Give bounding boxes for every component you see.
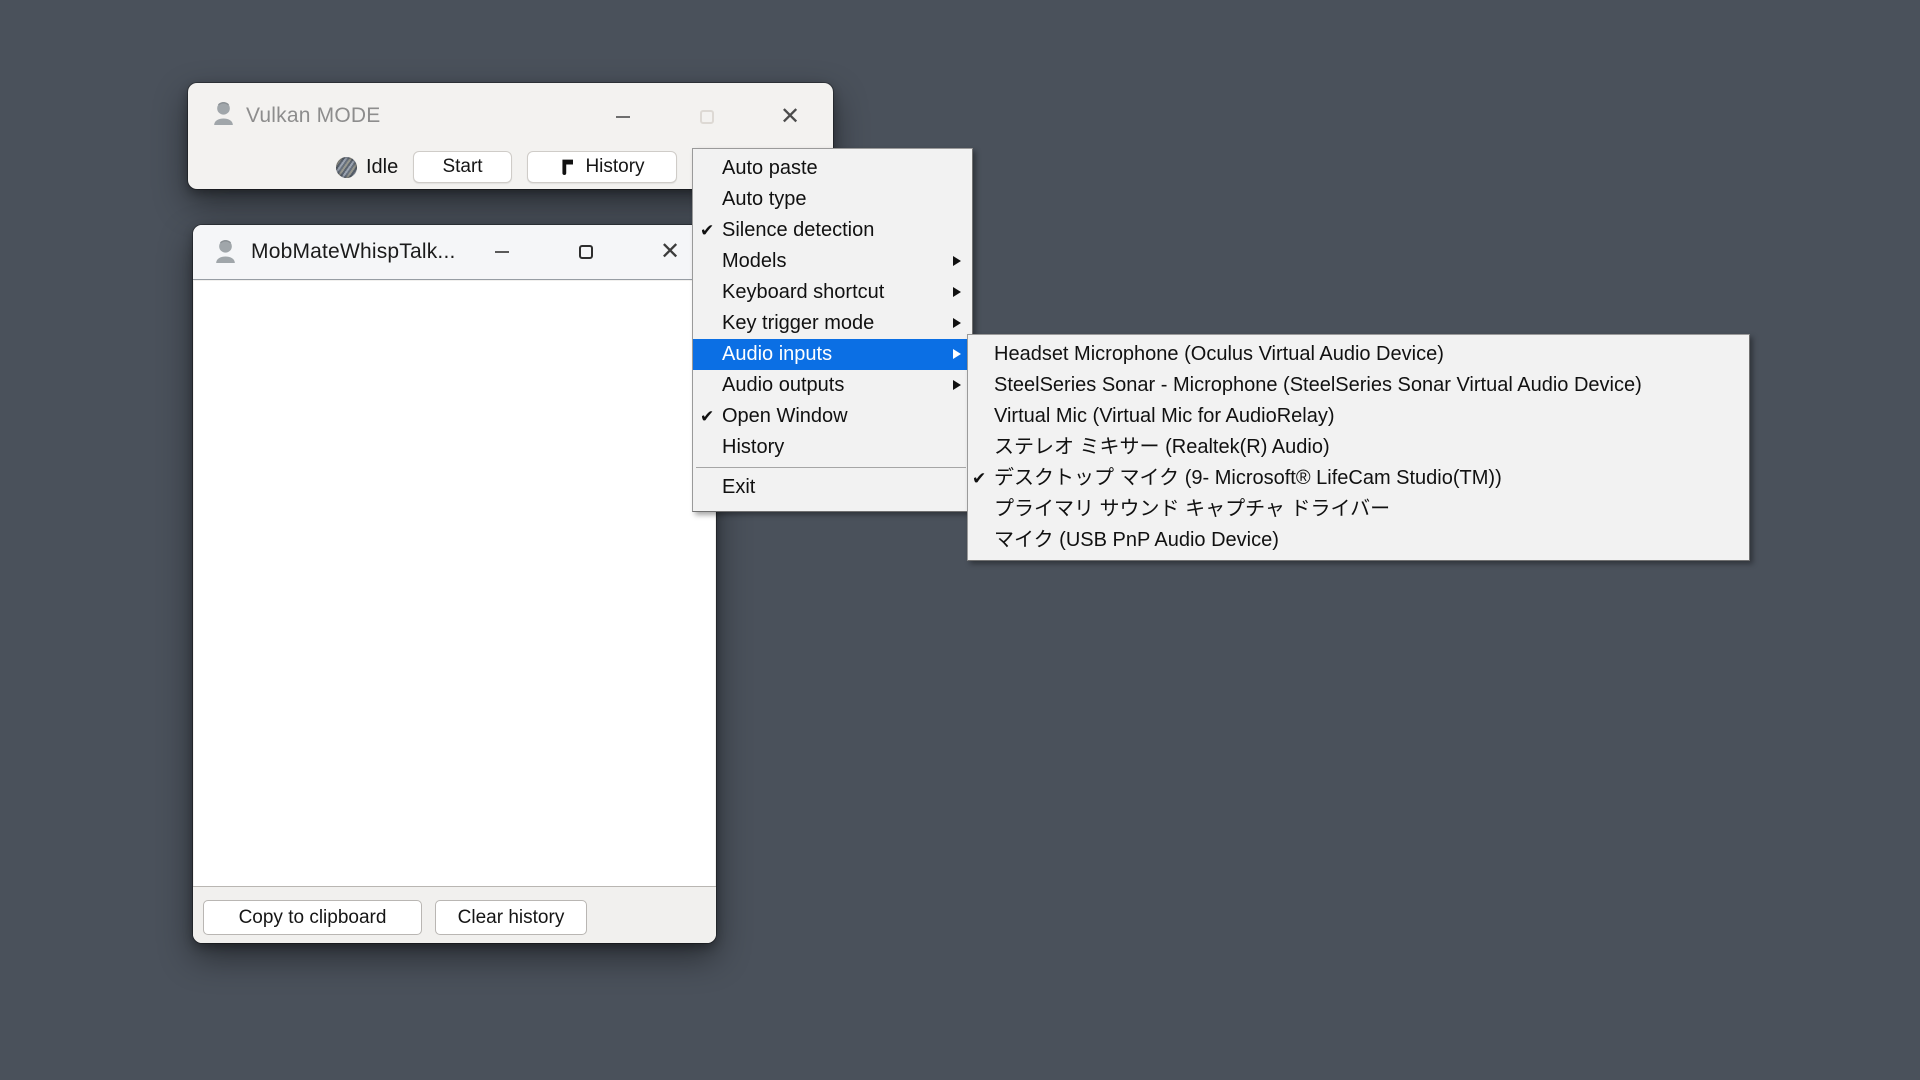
- mobmate-titlebar[interactable]: MobMateWhispTalk... ✕: [193, 225, 716, 280]
- vulkan-maximize-button[interactable]: [684, 100, 730, 134]
- status-label: Idle: [366, 156, 398, 179]
- status-sphere-icon: [336, 157, 357, 178]
- audio-input-option-usb-pnp-mic[interactable]: マイク (USB PnP Audio Device): [968, 525, 1749, 556]
- submenu-arrow-icon: [953, 318, 961, 328]
- check-icon: ✔: [972, 463, 992, 494]
- context-menu: Auto paste Auto type ✔ Silence detection…: [692, 148, 973, 512]
- menu-item-audio-outputs[interactable]: Audio outputs: [693, 370, 972, 401]
- start-button[interactable]: Start: [413, 151, 512, 183]
- app-person-icon: [214, 238, 237, 265]
- menu-item-key-trigger-mode[interactable]: Key trigger mode: [693, 308, 972, 339]
- menu-item-audio-inputs[interactable]: Audio inputs: [693, 339, 972, 370]
- history-button-label: History: [585, 156, 644, 178]
- clear-button-label: Clear history: [458, 907, 565, 929]
- submenu-arrow-icon: [953, 349, 961, 359]
- status-indicator: Idle: [336, 151, 398, 183]
- mobmate-maximize-button[interactable]: [563, 235, 609, 269]
- close-icon: ✕: [780, 105, 800, 129]
- vulkan-minimize-button[interactable]: [600, 100, 646, 134]
- menu-item-auto-paste[interactable]: Auto paste: [693, 153, 972, 184]
- menu-item-models[interactable]: Models: [693, 246, 972, 277]
- check-icon: ✔: [700, 215, 720, 246]
- desktop: Vulkan MODE ✕ Idle Start History: [0, 0, 1920, 1080]
- maximize-icon: [700, 110, 714, 124]
- audio-input-option-steelseries-sonar[interactable]: SteelSeries Sonar - Microphone (SteelSer…: [968, 370, 1749, 401]
- audio-input-option-headset-microphone[interactable]: Headset Microphone (Oculus Virtual Audio…: [968, 339, 1749, 370]
- menu-item-exit[interactable]: Exit: [693, 472, 972, 503]
- clear-history-button[interactable]: Clear history: [435, 900, 587, 935]
- menu-item-open-window[interactable]: ✔ Open Window: [693, 401, 972, 432]
- scroll-icon: [559, 158, 576, 177]
- check-icon: ✔: [700, 401, 720, 432]
- audio-input-option-stereo-mixer[interactable]: ステレオ ミキサー (Realtek(R) Audio): [968, 432, 1749, 463]
- vulkan-window-title: Vulkan MODE: [246, 104, 380, 128]
- mobmate-window: MobMateWhispTalk... ✕ Copy to clipboard …: [193, 225, 716, 943]
- vulkan-titlebar[interactable]: Vulkan MODE ✕: [188, 83, 833, 143]
- history-button[interactable]: History: [527, 151, 677, 183]
- audio-input-option-primary-sound-capture[interactable]: プライマリ サウンド キャプチャ ドライバー: [968, 494, 1749, 525]
- history-text-area[interactable]: [194, 281, 715, 886]
- audio-input-option-desktop-mic[interactable]: ✔ デスクトップ マイク (9- Microsoft® LifeCam Stud…: [968, 463, 1749, 494]
- start-button-label: Start: [442, 156, 482, 178]
- mobmate-footer: Copy to clipboard Clear history: [193, 886, 716, 943]
- audio-input-option-virtual-mic[interactable]: Virtual Mic (Virtual Mic for AudioRelay): [968, 401, 1749, 432]
- menu-item-silence-detection[interactable]: ✔ Silence detection: [693, 215, 972, 246]
- close-icon: ✕: [660, 240, 680, 264]
- submenu-arrow-icon: [953, 287, 961, 297]
- mobmate-minimize-button[interactable]: [479, 235, 525, 269]
- minimize-icon: [616, 116, 630, 118]
- copy-to-clipboard-button[interactable]: Copy to clipboard: [203, 900, 422, 935]
- mobmate-window-title: MobMateWhispTalk...: [251, 240, 456, 264]
- app-person-icon: [212, 100, 235, 127]
- menu-item-keyboard-shortcut[interactable]: Keyboard shortcut: [693, 277, 972, 308]
- minimize-icon: [495, 251, 509, 253]
- submenu-arrow-icon: [953, 380, 961, 390]
- maximize-icon: [579, 245, 593, 259]
- submenu-arrow-icon: [953, 256, 961, 266]
- menu-separator: [696, 467, 966, 468]
- audio-inputs-submenu: Headset Microphone (Oculus Virtual Audio…: [967, 334, 1750, 561]
- menu-item-auto-type[interactable]: Auto type: [693, 184, 972, 215]
- mobmate-close-button[interactable]: ✕: [647, 235, 693, 269]
- menu-item-history[interactable]: History: [693, 432, 972, 463]
- copy-button-label: Copy to clipboard: [239, 907, 387, 929]
- vulkan-close-button[interactable]: ✕: [767, 100, 813, 134]
